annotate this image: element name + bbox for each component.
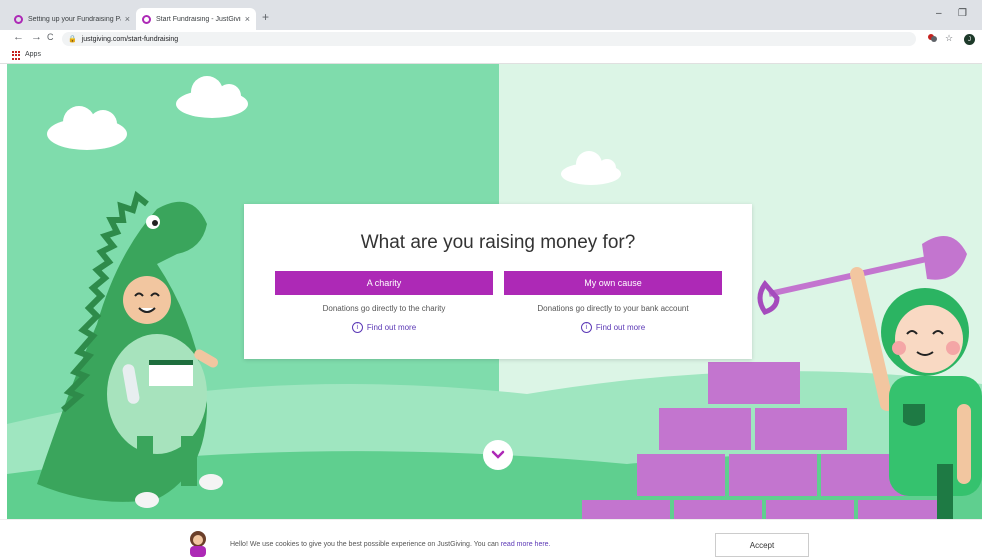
back-icon[interactable]: ← (13, 31, 24, 43)
a-charity-button[interactable]: A charity (275, 271, 493, 295)
find-out-more-text[interactable]: Find out more (367, 323, 416, 332)
justgiving-favicon-icon (142, 14, 151, 24)
tab-close-icon[interactable]: × (245, 14, 250, 24)
bookmark-star-icon[interactable]: ☆ (945, 33, 953, 44)
charity-choice: A charity Donations go directly to the c… (275, 271, 493, 333)
bookmarks-bar: Apps (0, 48, 982, 64)
browser-tab-start-fundraising[interactable]: Start Fundraising - JustGiving × (136, 8, 256, 30)
browser-tab-bar: Setting up your Fundraising Page × Start… (0, 0, 982, 30)
browser-toolbar: ← → C 🔒 justgiving.com/start-fundraising… (0, 30, 982, 48)
apps-bookmark[interactable]: Apps (25, 51, 41, 58)
cookie-mascot-icon (190, 531, 206, 557)
justgiving-favicon-icon (14, 14, 23, 24)
info-icon: i (351, 322, 363, 333)
charity-find-out-more-link[interactable]: i Find out more (275, 322, 493, 333)
own-cause-find-out-more-link[interactable]: i Find out more (504, 322, 722, 333)
tab-title: Setting up your Fundraising Page (28, 15, 121, 23)
lock-icon: 🔒 (68, 36, 77, 43)
modal-title: What are you raising money for? (360, 232, 636, 253)
scroll-down-button[interactable] (483, 440, 513, 470)
charity-description: Donations go directly to the charity (322, 304, 446, 313)
restore-icon[interactable]: ❐ (958, 8, 967, 19)
cookie-message: Hello! We use cookies to give you the be… (230, 541, 551, 548)
my-own-cause-button[interactable]: My own cause (504, 271, 722, 295)
own-cause-description: Donations go directly to your bank accou… (537, 304, 689, 313)
browser-tab-setting-up[interactable]: Setting up your Fundraising Page × (8, 8, 136, 30)
tab-title: Start Fundraising - JustGiving (156, 15, 241, 23)
url-text: justgiving.com/start-fundraising (81, 35, 179, 43)
cookie-message-text: Hello! We use cookies to give you the be… (230, 541, 501, 548)
reload-icon[interactable]: C (47, 32, 54, 42)
address-bar[interactable]: 🔒 justgiving.com/start-fundraising (62, 32, 916, 46)
apps-grid-icon[interactable] (12, 51, 21, 60)
fundraising-type-modal: What are you raising money for? A charit… (244, 204, 752, 359)
info-icon: i (580, 322, 592, 333)
cookie-banner: Hello! We use cookies to give you the be… (0, 519, 982, 557)
forward-icon[interactable]: → (31, 31, 42, 43)
hero-section: What are you raising money for? A charit… (7, 64, 982, 519)
minimize-icon[interactable]: – (936, 8, 942, 19)
new-tab-icon[interactable]: + (262, 10, 269, 24)
extension-icon[interactable] (928, 33, 937, 44)
own-cause-choice: My own cause Donations go directly to yo… (504, 271, 722, 333)
read-more-link[interactable]: read more here. (501, 541, 551, 548)
profile-avatar[interactable]: J (964, 34, 975, 45)
accept-cookies-button[interactable]: Accept (715, 533, 809, 557)
tab-close-icon[interactable]: × (125, 14, 130, 24)
chevron-down-icon (491, 450, 505, 459)
find-out-more-text[interactable]: Find out more (596, 323, 645, 332)
